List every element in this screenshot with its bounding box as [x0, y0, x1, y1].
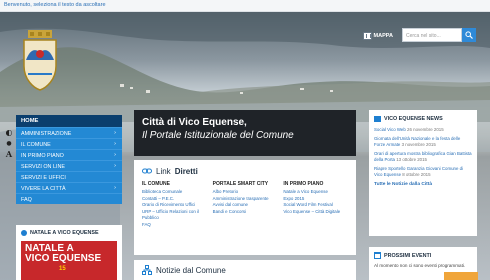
news-item-date: 3 novembre 2015	[401, 142, 436, 147]
news-item[interactable]: Orari di apertura mostra bibliografica G…	[374, 151, 472, 163]
search-input[interactable]: Cerca nel sito...	[402, 28, 462, 42]
news-item-date: 8 ottobre 2015	[402, 172, 431, 177]
link-urp[interactable]: URP – Ufficio Relazioni con il Pubblico	[142, 209, 207, 222]
link-icon	[142, 168, 152, 174]
events-title: PROSSIMI EVENTI	[384, 252, 432, 259]
nav-item-label: IL COMUNE	[21, 142, 51, 148]
nav-item-label: SERVIZI ON LINE	[21, 164, 65, 170]
nav-item-label: SERVIZI E UFFICI	[21, 175, 66, 181]
nav-item-faq[interactable]: FAQ	[16, 193, 122, 204]
chevron-right-icon: ›	[114, 163, 116, 169]
font-size-icon[interactable]: A	[4, 149, 14, 160]
link-albo[interactable]: Albo Pretorio	[213, 189, 278, 196]
link-faq[interactable]: FAQ	[142, 222, 207, 229]
direct-links-title-bold: Diretti	[174, 166, 198, 176]
city-news-title: VICO EQUENSE NEWS	[384, 116, 443, 122]
city-news-panel: VICO EQUENSE NEWS Social Vico Web 26 nov…	[369, 110, 477, 236]
nav-item-label: VIVERE LA CITTÀ	[21, 186, 66, 192]
banner-line-2: VICO EQUENSE	[25, 253, 102, 264]
chevron-right-icon: ›	[114, 130, 116, 136]
link-contatti[interactable]: Contatti – P.E.C.	[142, 196, 207, 203]
news-item[interactable]: Social Vico Web 26 novembre 2015	[374, 127, 472, 133]
links-column: IL COMUNE Biblioteca Comunale Contatti –…	[142, 181, 207, 229]
city-crest-logo[interactable]	[20, 30, 60, 92]
welcome-box: Città di Vico Equense, Il Portale Istitu…	[134, 110, 356, 156]
natale-card: NATALE A VICO EQUENSE NATALE A VICO EQUE…	[16, 225, 122, 280]
news-panel-title: Notizie dal Comune	[156, 265, 226, 275]
link-expo[interactable]: Expo 2015	[283, 196, 348, 203]
welcome-subtitle: Il Portale Istituzionale del Comune	[142, 130, 294, 141]
text-only-icon[interactable]: ●	[4, 138, 14, 149]
links-column-heading: IL COMUNE	[142, 181, 170, 187]
events-empty-text: Al momento non ci sono eventi programmat…	[374, 263, 466, 268]
nav-item-vivere-la-citta[interactable]: VIVERE LA CITTÀ ›	[16, 182, 122, 193]
news-item-text: Social Vico Web	[374, 127, 406, 132]
direct-links-panel: Link Diretti IL COMUNE Biblioteca Comuna…	[134, 160, 356, 255]
contrast-toggle-icon[interactable]: ◐	[4, 127, 14, 138]
nav-item-home[interactable]: HOME	[16, 115, 122, 127]
link-natale[interactable]: Natale a Vico Equense	[283, 189, 348, 196]
link-avvisi[interactable]: Avvisi dal comune	[213, 202, 278, 209]
news-item-date: 26 novembre 2015	[407, 127, 444, 132]
links-column: PORTALE SMART CITY Albo Pretorio Amminis…	[213, 181, 278, 229]
sitemap-icon	[142, 265, 152, 275]
feedback-tab[interactable]	[444, 272, 478, 280]
nav-item-in-primo-piano[interactable]: IN PRIMO PIANO ›	[16, 149, 122, 160]
link-bandi[interactable]: Bandi e Concorsi	[213, 209, 278, 216]
nav-item-label: FAQ	[21, 197, 32, 203]
news-item[interactable]: Riapre Sportello Garanzia Giovani Comune…	[374, 166, 472, 178]
link-orario[interactable]: Orario di Ricevimento Uffici	[142, 202, 207, 209]
search-icon	[465, 31, 473, 39]
welcome-title: Città di Vico Equense,	[142, 117, 247, 128]
direct-links-title: Link Diretti	[142, 166, 348, 176]
links-column: IN PRIMO PIANO Natale a Vico Equense Exp…	[283, 181, 348, 229]
main-navigation: HOME AMMINISTRAZIONE › IL COMUNE › IN PRIM…	[16, 115, 122, 204]
welcome-text: Benvenuto, seleziona il testo da ascolta…	[4, 2, 106, 8]
chevron-right-icon: ›	[114, 141, 116, 147]
accessibility-tools: ◐ ● A	[4, 127, 14, 160]
natale-card-title: NATALE A VICO EQUENSE	[30, 230, 99, 236]
links-column-heading: IN PRIMO PIANO	[283, 181, 324, 187]
nav-item-servizi-on-line[interactable]: SERVIZI ON LINE ›	[16, 160, 122, 171]
all-news-link[interactable]: Tutte le Notizie dalla Città	[374, 182, 472, 187]
banner-line-3: 15	[59, 266, 66, 272]
links-column-heading: PORTALE SMART CITY	[212, 181, 269, 187]
chevron-right-icon: ›	[114, 152, 116, 158]
map-label: MAPPA	[373, 33, 393, 39]
search-button[interactable]	[462, 28, 476, 42]
news-panel-header: Notizie dal Comune	[134, 260, 356, 280]
direct-links-title-plain: Link	[156, 166, 171, 176]
link-citta-digitale[interactable]: Vico Equense – Città Digitale	[283, 209, 348, 216]
top-strip: Benvenuto, seleziona il testo da ascolta…	[0, 0, 490, 12]
link-film-festival[interactable]: Social Word Film Festival	[283, 202, 348, 209]
link-trasparente[interactable]: Amministrazione trasparente	[213, 196, 278, 203]
map-icon	[363, 32, 372, 40]
chevron-right-icon: ›	[114, 185, 116, 191]
news-item-date: 13 ottobre 2015	[396, 157, 427, 162]
nav-item-label: IN PRIMO PIANO	[21, 153, 64, 159]
map-link[interactable]: MAPPA	[363, 31, 393, 41]
nav-item-label: HOME	[21, 118, 39, 124]
news-icon	[374, 116, 381, 122]
link-biblioteca[interactable]: Biblioteca Comunale	[142, 189, 207, 196]
nav-item-servizi-e-uffici[interactable]: SERVIZI E UFFICI	[16, 171, 122, 182]
nav-item-label: AMMINISTRAZIONE	[21, 131, 72, 137]
news-item[interactable]: Giornata dell'Unità Nazionale e la festa…	[374, 136, 472, 148]
nav-item-il-comune[interactable]: IL COMUNE ›	[16, 138, 122, 149]
nav-item-amministrazione[interactable]: AMMINISTRAZIONE ›	[16, 127, 122, 138]
calendar-icon	[374, 252, 381, 259]
natale-banner[interactable]: NATALE A VICO EQUENSE 15	[21, 241, 117, 280]
info-icon	[21, 230, 27, 236]
